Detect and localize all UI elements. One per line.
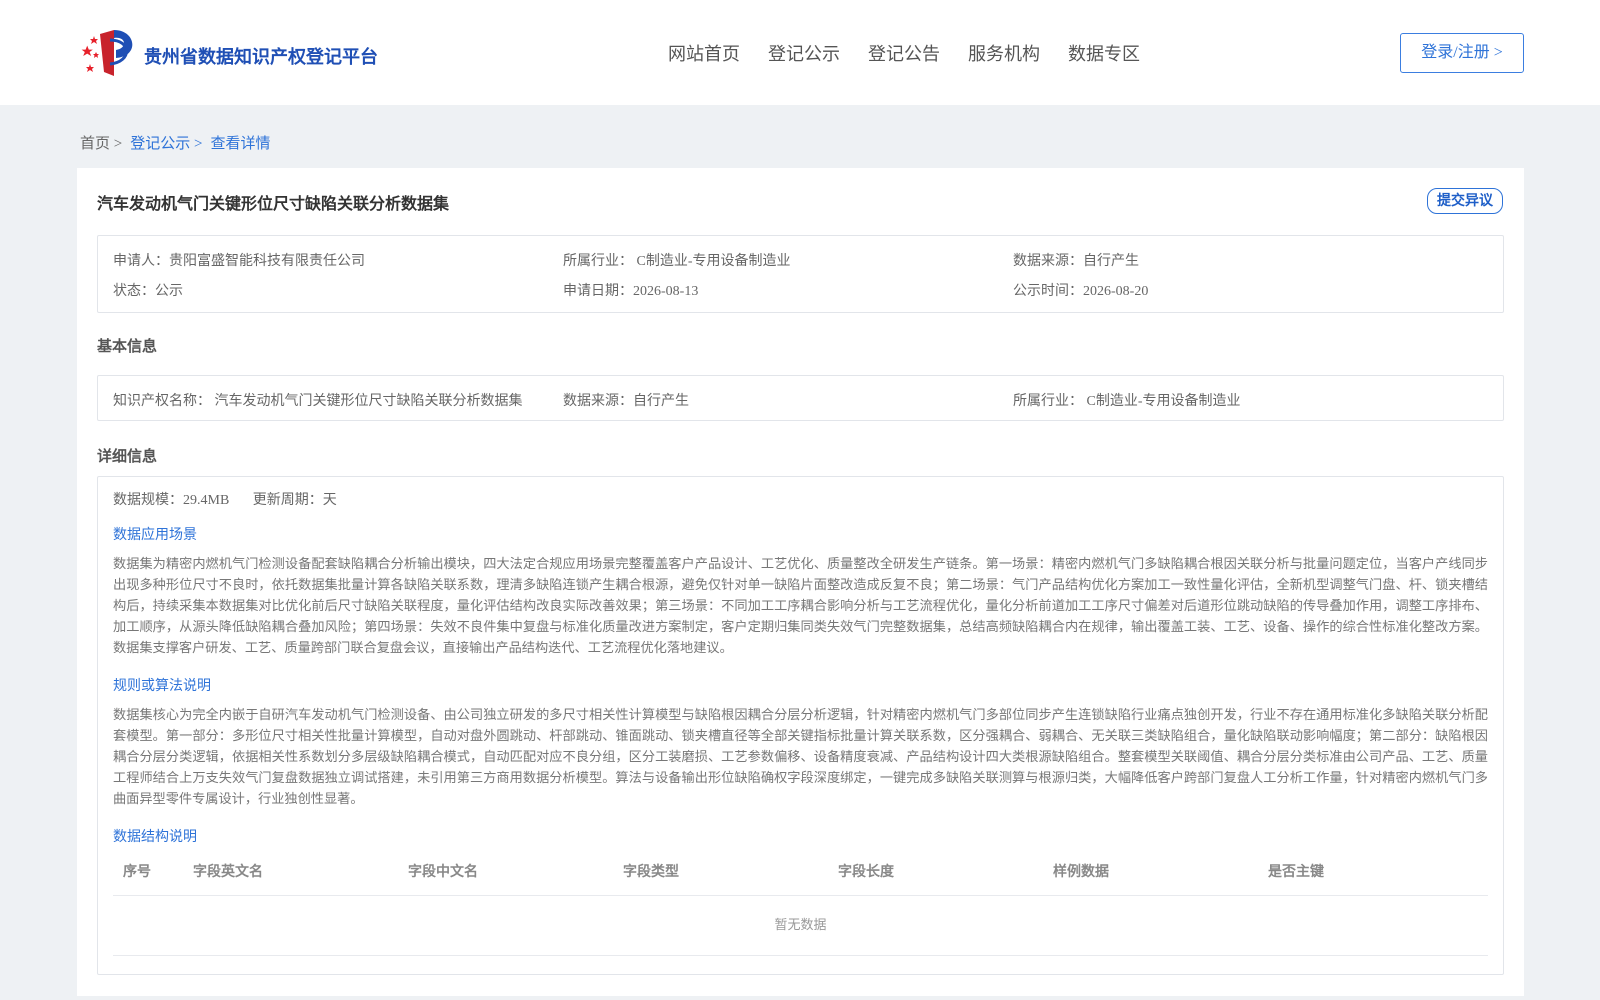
th-type: 字段类型 xyxy=(623,864,679,880)
data-scale: 数据规模：29.4MB xyxy=(113,493,230,508)
apply-date: 申请日期：2026-08-13 xyxy=(563,284,699,299)
table-empty: 暂无数据 xyxy=(113,896,1488,956)
breadcrumb-section[interactable]: 登记公示 > xyxy=(130,132,202,153)
nav-service-agencies[interactable]: 服务机构 xyxy=(968,40,1040,66)
nav-home[interactable]: 网站首页 xyxy=(668,40,740,66)
th-sample: 样例数据 xyxy=(1053,864,1109,880)
algorithm-text: 数据集核心为完全内嵌于自研汽车发动机气门检测设备、由公司独立研发的多尺寸相关性计… xyxy=(113,707,1488,806)
platform-logo-icon xyxy=(81,30,133,76)
structure-table: 序号 字段英文名 字段中文名 字段类型 字段长度 样例数据 是否主键 暂无数据 xyxy=(113,847,1488,956)
th-cn-name: 字段中文名 xyxy=(408,864,478,880)
publish-time: 公示时间：2026-08-20 xyxy=(1013,284,1149,299)
detail-info: 数据规模：29.4MB 更新周期：天 数据应用场景 数据集为精密内燃机气门检测设… xyxy=(97,476,1504,975)
main-nav: 网站首页 登记公示 登记公告 服务机构 数据专区 xyxy=(668,40,1168,66)
breadcrumb-home[interactable]: 首页 > xyxy=(80,132,122,153)
detail-panel: 汽车发动机气门关键形位尺寸缺陷关联分析数据集 提交异议 申请人：贵阳富盛智能科技… xyxy=(77,168,1524,996)
nav-registration-announcement[interactable]: 登记公告 xyxy=(868,40,940,66)
breadcrumb: 首页 > 登记公示 > 查看详情 xyxy=(80,132,278,153)
record-meta: 申请人：贵阳富盛智能科技有限责任公司 所属行业： C制造业-专用设备制造业 数据… xyxy=(97,235,1504,313)
update-cycle: 更新周期：天 xyxy=(252,493,337,508)
scale-line: 数据规模：29.4MB 更新周期：天 xyxy=(113,489,357,509)
table-header: 序号 字段英文名 字段中文名 字段类型 字段长度 样例数据 是否主键 xyxy=(113,847,1488,896)
status: 状态：公示 xyxy=(113,284,183,299)
page-title: 汽车发动机气门关键形位尺寸缺陷关联分析数据集 xyxy=(97,194,450,213)
basic-info: 知识产权名称： 汽车发动机气门关键形位尺寸缺陷关联分析数据集 数据来源：自行产生… xyxy=(97,375,1504,421)
data-source: 数据来源：自行产生 xyxy=(1013,254,1139,269)
scenario-heading: 数据应用场景 xyxy=(113,528,197,543)
industry: 所属行业： C制造业-专用设备制造业 xyxy=(563,254,791,269)
applicant: 申请人：贵阳富盛智能科技有限责任公司 xyxy=(113,254,365,269)
basic-industry: 所属行业： C制造业-专用设备制造业 xyxy=(1013,394,1241,409)
structure-heading: 数据结构说明 xyxy=(113,830,197,845)
detail-info-heading: 详细信息 xyxy=(97,447,158,465)
basic-info-heading: 基本信息 xyxy=(97,337,158,355)
algorithm-heading: 规则或算法说明 xyxy=(113,679,211,694)
scenario-text: 数据集为精密内燃机气门检测设备配套缺陷耦合分析输出模块，四大法定合规应用场景完整… xyxy=(113,556,1488,655)
submit-objection-button[interactable]: 提交异议 xyxy=(1427,188,1503,214)
login-register-button[interactable]: 登录/注册 > xyxy=(1400,33,1524,73)
nav-data-zone[interactable]: 数据专区 xyxy=(1068,40,1140,66)
basic-data-source: 数据来源：自行产生 xyxy=(563,394,689,409)
nav-registration-publicity[interactable]: 登记公示 xyxy=(768,40,840,66)
header: 贵州省数据知识产权登记平台 网站首页 登记公示 登记公告 服务机构 数据专区 登… xyxy=(0,0,1600,105)
site-name[interactable]: 贵州省数据知识产权登记平台 xyxy=(144,43,378,69)
th-length: 字段长度 xyxy=(838,864,894,880)
th-index: 序号 xyxy=(123,864,151,880)
th-primary-key: 是否主键 xyxy=(1268,864,1324,880)
ip-name: 知识产权名称： 汽车发动机气门关键形位尺寸缺陷关联分析数据集 xyxy=(113,394,523,409)
breadcrumb-current: 查看详情 xyxy=(210,136,271,152)
th-en-name: 字段英文名 xyxy=(193,864,263,880)
